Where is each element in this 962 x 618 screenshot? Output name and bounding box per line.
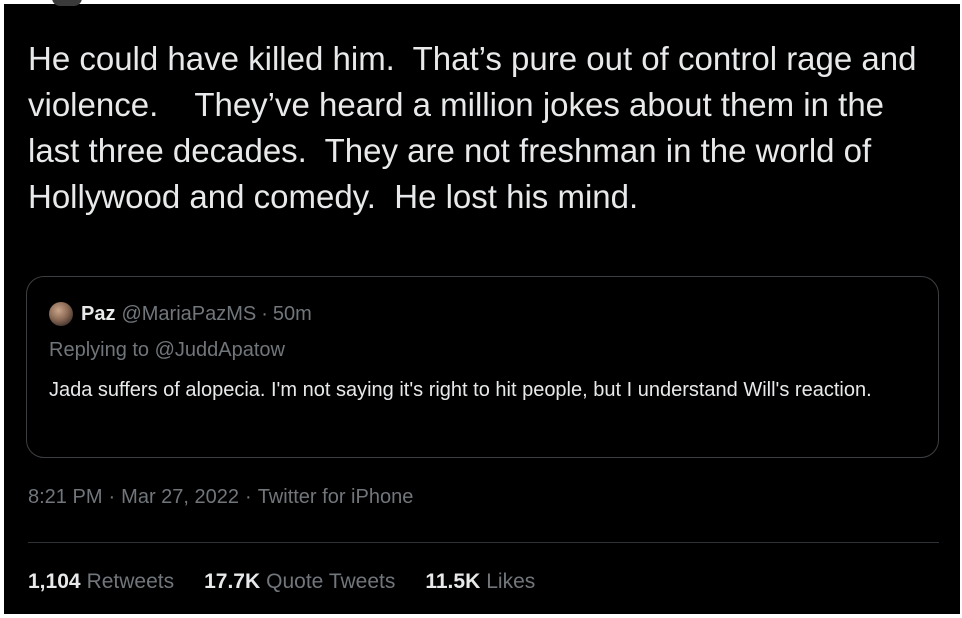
quoted-tweet-header: Paz @MariaPazMS · 50m [49,301,312,327]
tweet-stats: 1,104 Retweets 17.7K Quote Tweets 11.5K Lik… [28,570,565,594]
stat-likes[interactable]: 11.5K Likes [425,570,535,594]
quoted-replying-to: Replying to @JuddApatow [49,339,285,361]
screenshot-frame: He could have killed him. That’s pure ou… [0,0,962,618]
tweet-source[interactable]: Twitter for iPhone [258,486,414,508]
stat-label: Retweets [86,570,175,593]
meta-separator: · [108,486,116,508]
quoted-tweet-text: Jada suffers of alopecia. I'm not saying… [49,379,872,401]
stat-label: Quote Tweets [266,570,396,593]
quoted-user-name[interactable]: Paz [81,303,115,326]
meta-separator: · [245,486,252,508]
stat-retweets[interactable]: 1,104 Retweets [28,570,174,594]
tweet-date[interactable]: Mar 27, 2022 [121,486,239,508]
stat-count: 11.5K [425,570,481,593]
tweet-meta: 8:21 PM · Mar 27, 2022 · Twitter for iPhone [28,486,413,509]
quoted-time-ago[interactable]: 50m [273,303,312,326]
quoted-tweet[interactable]: Paz @MariaPazMS · 50m Replying to @JuddA… [26,276,939,458]
stat-count: 1,104 [28,570,81,593]
tweet-time[interactable]: 8:21 PM [28,486,102,508]
tweet-card: He could have killed him. That’s pure ou… [4,0,960,614]
quoted-separator: · [261,302,268,325]
tweet-text: He could have killed him. That’s pure ou… [28,40,926,215]
stat-count: 17.7K [204,570,261,593]
divider [28,542,939,543]
quoted-user-handle[interactable]: @MariaPazMS [121,303,256,326]
quoted-user-avatar[interactable] [49,302,73,326]
stat-quote-tweets[interactable]: 17.7K Quote Tweets [204,570,395,594]
author-avatar-edge [52,0,82,6]
stat-label: Likes [486,570,536,593]
